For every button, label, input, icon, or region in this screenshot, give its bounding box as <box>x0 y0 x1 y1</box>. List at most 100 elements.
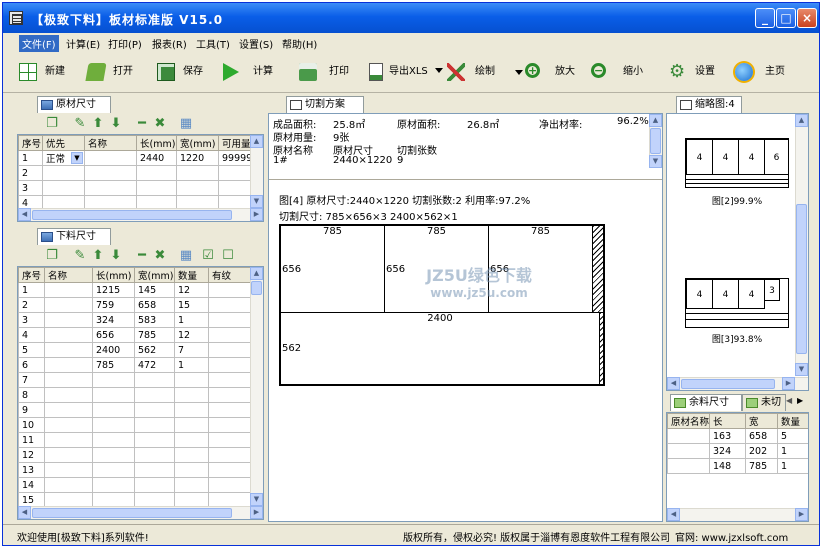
tab-remain-size[interactable]: 余料尺寸 <box>670 394 742 411</box>
part-col-header[interactable]: 有纹 <box>208 267 251 283</box>
cell[interactable] <box>44 447 93 463</box>
cell[interactable] <box>44 402 93 418</box>
edit-pencil-icon[interactable]: ✎ <box>73 249 87 263</box>
cell[interactable] <box>44 342 93 358</box>
raw-vertical-scrollbar[interactable]: ▲ ▼ <box>250 135 263 208</box>
cell[interactable]: 7 <box>174 342 209 358</box>
tab-raw-size[interactable]: 原材尺寸 <box>37 96 111 113</box>
maximize-button[interactable]: □ <box>776 8 796 28</box>
part-col-header[interactable]: 数量 <box>174 267 209 283</box>
scroll-up-arrow-icon[interactable]: ▲ <box>250 135 263 148</box>
cell[interactable]: 583 <box>134 312 175 328</box>
menu-help[interactable]: 帮助(H) <box>279 35 320 52</box>
cell[interactable] <box>92 447 135 463</box>
draw-button[interactable]: 绘制 <box>447 61 525 83</box>
cell[interactable]: 1 <box>18 150 43 166</box>
part-col-header[interactable]: 名称 <box>44 267 93 283</box>
cell[interactable]: 5 <box>18 342 45 358</box>
part-hscroll-thumb[interactable] <box>32 508 232 518</box>
cell[interactable] <box>44 477 93 493</box>
cell[interactable]: 8 <box>18 387 45 403</box>
cell[interactable]: 658 <box>134 297 175 313</box>
tab-thumbnail[interactable]: 缩略图:4 <box>676 96 742 113</box>
table-row[interactable]: 324 202 1 <box>667 443 808 459</box>
cell[interactable] <box>92 462 135 478</box>
scroll-down-arrow-icon[interactable]: ▼ <box>250 493 263 506</box>
cell[interactable]: 13 <box>18 462 45 478</box>
remain-horizontal-scrollbar[interactable]: ◀ ▶ <box>667 508 808 521</box>
raw-col-header[interactable]: 宽(mm) <box>176 135 219 151</box>
table-row[interactable]: 6 785 472 1 <box>18 357 251 373</box>
preview-vertical-scrollbar[interactable]: ▲ ▼ <box>795 114 808 376</box>
calc-button[interactable]: 计算 <box>223 61 283 83</box>
move-up-icon[interactable]: ⬆ <box>91 117 105 131</box>
preview-vscroll-thumb[interactable] <box>796 204 807 354</box>
raw-col-header[interactable]: 名称 <box>84 135 137 151</box>
cell[interactable]: 658 <box>745 428 778 444</box>
cell[interactable] <box>134 387 175 403</box>
menu-file[interactable]: 文件(F) <box>19 35 59 52</box>
scroll-down-arrow-icon[interactable]: ▼ <box>795 363 808 376</box>
cell[interactable]: 6 <box>18 357 45 373</box>
table-row[interactable]: 8 <box>18 387 251 403</box>
cell[interactable]: 785 <box>745 458 778 474</box>
cell[interactable] <box>208 372 251 388</box>
cell[interactable]: 2 <box>18 297 45 313</box>
remain-col-header[interactable]: 宽 <box>745 413 778 429</box>
cell[interactable]: 10 <box>18 417 45 433</box>
tab-scroll-left-icon[interactable]: ◀ <box>786 396 796 408</box>
cell[interactable]: 7 <box>18 372 45 388</box>
cell[interactable]: 12 <box>174 327 209 343</box>
preview-horizontal-scrollbar[interactable]: ◀ ▶ <box>667 377 808 390</box>
menu-settings[interactable]: 设置(S) <box>236 35 276 52</box>
cell[interactable] <box>44 372 93 388</box>
cell[interactable]: 759 <box>92 297 135 313</box>
table-row[interactable]: 9 <box>18 402 251 418</box>
menu-report[interactable]: 报表(R) <box>149 35 190 52</box>
export-dropdown-arrow-icon[interactable] <box>435 68 443 73</box>
delete-icon[interactable]: ✖ <box>153 117 167 131</box>
cell[interactable] <box>44 417 93 433</box>
open-button[interactable]: 打开 <box>85 61 147 83</box>
cell[interactable]: 562 <box>134 342 175 358</box>
cell[interactable] <box>208 342 251 358</box>
cell[interactable] <box>44 327 93 343</box>
cell[interactable] <box>174 477 209 493</box>
cell[interactable]: 785 <box>134 327 175 343</box>
copy-icon[interactable]: ❐ <box>45 117 59 131</box>
cell[interactable]: 12 <box>174 282 209 298</box>
zoom-in-button[interactable]: + 放大 <box>525 61 585 83</box>
tab-uncut[interactable]: 未切 <box>742 394 786 411</box>
cell[interactable] <box>174 417 209 433</box>
cell[interactable] <box>208 477 251 493</box>
cell[interactable] <box>174 372 209 388</box>
cell[interactable]: 3 <box>18 312 45 328</box>
cell[interactable] <box>44 357 93 373</box>
cell[interactable] <box>92 477 135 493</box>
table-row[interactable]: 163 658 5 <box>667 428 808 444</box>
table-row[interactable]: 4 656 785 12 <box>18 327 251 343</box>
move-down-icon[interactable]: ⬇ <box>109 117 123 131</box>
cell[interactable] <box>84 150 137 166</box>
menu-calc[interactable]: 计算(E) <box>63 35 103 52</box>
cell[interactable]: 3 <box>18 180 43 196</box>
cell[interactable] <box>44 387 93 403</box>
cell[interactable] <box>208 417 251 433</box>
scroll-down-arrow-icon[interactable]: ▼ <box>250 195 263 208</box>
scroll-up-arrow-icon[interactable]: ▲ <box>649 114 662 127</box>
cell[interactable] <box>134 462 175 478</box>
cell[interactable]: 4 <box>18 327 45 343</box>
tab-part-size[interactable]: 下料尺寸 <box>37 228 111 245</box>
raw-col-header[interactable]: 长(mm) <box>136 135 177 151</box>
table-row[interactable]: 5 2400 562 7 <box>18 342 251 358</box>
cell[interactable]: 1 <box>174 312 209 328</box>
cell[interactable] <box>174 402 209 418</box>
cell[interactable]: 1 <box>18 282 45 298</box>
cell[interactable] <box>44 282 93 298</box>
table-row[interactable]: 1 正常 ▼ 2440 1220 99999 <box>18 150 263 166</box>
move-down-icon[interactable]: ⬇ <box>109 249 123 263</box>
import-table-icon[interactable]: ▦ <box>179 117 193 131</box>
cell[interactable] <box>176 180 219 196</box>
table-row[interactable]: 10 <box>18 417 251 433</box>
select-arrow-icon[interactable]: ▼ <box>71 152 83 164</box>
